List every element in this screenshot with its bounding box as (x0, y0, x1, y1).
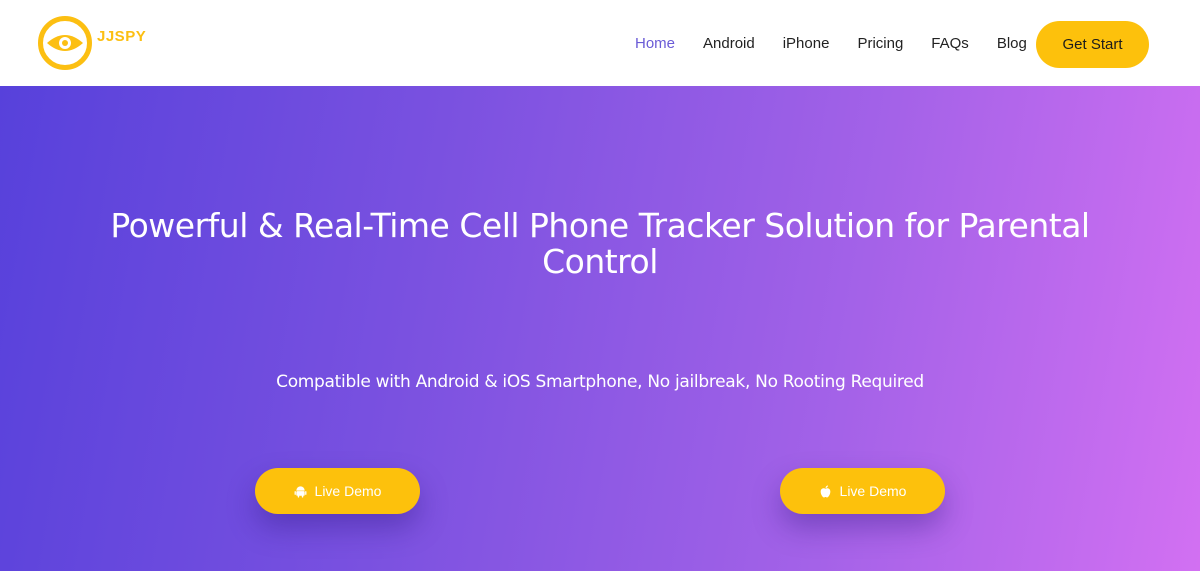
main-nav: Home Android iPhone Pricing FAQs Blog (635, 0, 1055, 86)
ios-live-demo-button[interactable]: Live Demo (780, 468, 945, 514)
ios-demo-label: Live Demo (839, 483, 907, 499)
nav-pricing[interactable]: Pricing (857, 35, 903, 52)
android-live-demo-button[interactable]: Live Demo (255, 468, 420, 514)
apple-icon (819, 485, 832, 498)
nav-android[interactable]: Android (703, 35, 755, 52)
nav-faqs[interactable]: FAQs (931, 35, 969, 52)
hero-title: Powerful & Real-Time Cell Phone Tracker … (110, 206, 1090, 281)
brand-logo[interactable]: JJSPY (37, 15, 146, 71)
nav-iphone[interactable]: iPhone (783, 35, 830, 52)
nav-blog[interactable]: Blog (997, 35, 1027, 52)
eye-icon (38, 16, 92, 70)
hero-subtitle: Compatible with Android & iOS Smartphone… (276, 372, 924, 392)
android-icon (294, 485, 307, 498)
android-demo-label: Live Demo (314, 483, 382, 499)
brand-name: JJSPY (97, 27, 147, 45)
nav-home[interactable]: Home (635, 35, 675, 52)
get-start-button[interactable]: Get Start (1036, 21, 1149, 68)
site-header: JJSPY Home Android iPhone Pricing FAQs B… (0, 0, 1200, 86)
hero-section: Powerful & Real-Time Cell Phone Tracker … (0, 86, 1200, 571)
